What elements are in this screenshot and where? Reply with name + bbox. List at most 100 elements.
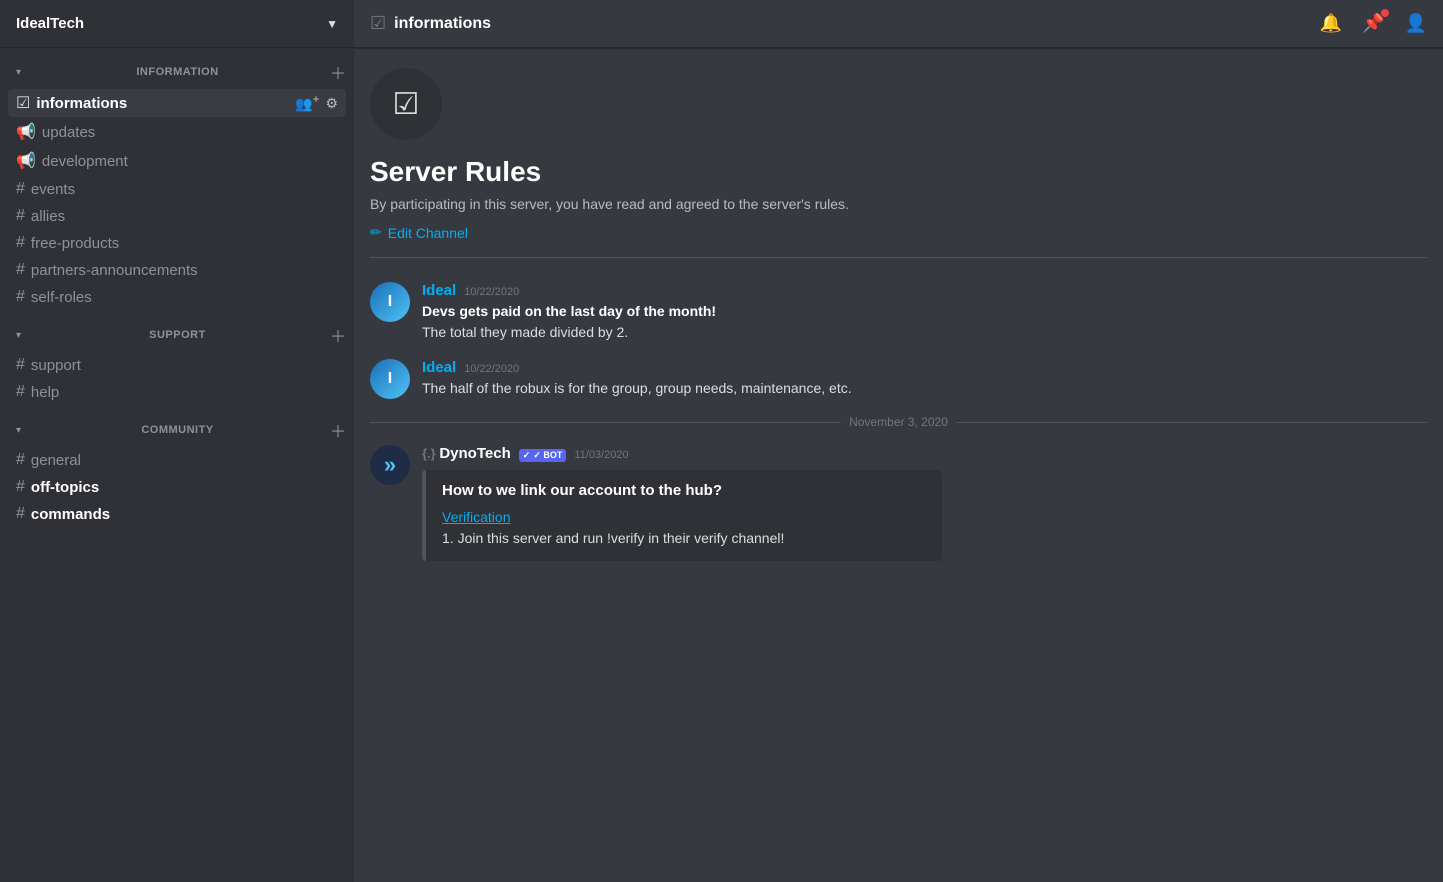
pin-icon[interactable]: 📌 <box>1362 13 1384 34</box>
channel-help[interactable]: # help <box>8 379 346 405</box>
channel-commands-label: commands <box>31 506 338 523</box>
channel-general-label: general <box>31 452 338 469</box>
chat-area: ☑ Server Rules By participating in this … <box>354 48 1443 882</box>
message-bold-1: Devs gets paid on the last day of the mo… <box>422 303 716 319</box>
message-header-1: Ideal 10/22/2020 <box>422 282 1427 299</box>
divider-line-left <box>370 422 841 423</box>
topbar: ☑ informations 🔔 📌 👤 <box>354 0 1443 48</box>
topbar-channel-name: informations <box>394 15 491 33</box>
embed-title: How to we link our account to the hub? <box>442 482 926 499</box>
channel-allies[interactable]: # allies <box>8 203 346 229</box>
hash-icon: # <box>16 180 25 198</box>
category-support-label: SUPPORT <box>149 329 206 341</box>
edit-channel-button[interactable]: ✏ Edit Channel <box>370 224 468 241</box>
category-community: ▾ COMMUNITY ＋ # general # off-topics # c… <box>0 414 354 528</box>
bot-badge: ✓ ✓ BOT <box>519 449 567 462</box>
channel-big-icon: ☑ <box>393 87 420 122</box>
embed-text: 1. Join this server and run !verify in t… <box>442 530 784 546</box>
channel-informations[interactable]: ☑ informations 👥+ ⚙ <box>8 89 346 117</box>
avatar-ideal-2: I <box>370 359 410 399</box>
hash-icon: # <box>16 505 25 523</box>
message-header-bot: {.} DynoTech ✓ ✓ BOT 11/03/2020 <box>422 445 1427 462</box>
message-text-1: Devs gets paid on the last day of the mo… <box>422 301 1427 343</box>
channel-informations-actions: 👥+ ⚙ <box>295 93 338 113</box>
category-support-header[interactable]: ▾ SUPPORT ＋ <box>0 319 354 351</box>
message-content-2: Ideal 10/22/2020 The half of the robux i… <box>422 359 1427 399</box>
add-support-channel-icon[interactable]: ＋ <box>330 323 346 347</box>
channel-info-header: ☑ Server Rules By participating in this … <box>370 68 1427 258</box>
message-group-2: I Ideal 10/22/2020 The half of the robux… <box>370 359 1427 399</box>
message-content-1: Ideal 10/22/2020 Devs gets paid on the l… <box>422 282 1427 343</box>
date-divider-text: November 3, 2020 <box>849 415 948 429</box>
message-normal-1: The total they made divided by 2. <box>422 324 628 340</box>
category-community-header[interactable]: ▾ COMMUNITY ＋ <box>0 414 354 446</box>
divider-line-right <box>956 422 1427 423</box>
channel-free-products-label: free-products <box>31 235 338 252</box>
message-normal-2: The half of the robux is for the group, … <box>422 380 852 396</box>
member-icon[interactable]: 👤 <box>1405 13 1427 34</box>
category-support: ▾ SUPPORT ＋ # support # help <box>0 319 354 406</box>
main-content: ☑ informations 🔔 📌 👤 ☑ Server Rules By p… <box>354 0 1443 882</box>
hash-icon: # <box>16 451 25 469</box>
settings-icon[interactable]: ⚙ <box>325 95 338 112</box>
channel-partners-announcements-label: partners-announcements <box>31 262 338 279</box>
channel-development[interactable]: 📢 development <box>8 147 346 175</box>
message-author-2[interactable]: Ideal <box>422 359 456 376</box>
channel-self-roles[interactable]: # self-roles <box>8 284 346 310</box>
bot-timestamp: 11/03/2020 <box>574 449 628 461</box>
message-content-bot: {.} DynoTech ✓ ✓ BOT 11/03/2020 How to w… <box>422 445 1427 561</box>
category-information-header[interactable]: ▾ INFORMATION ＋ <box>0 56 354 88</box>
category-information-label: INFORMATION <box>136 66 218 78</box>
hash-icon: # <box>16 234 25 252</box>
message-timestamp-2: 10/22/2020 <box>464 363 519 375</box>
channel-big-title: Server Rules <box>370 156 541 188</box>
channel-development-label: development <box>42 153 338 170</box>
channel-commands[interactable]: # commands <box>8 501 346 527</box>
message-author-1[interactable]: Ideal <box>422 282 456 299</box>
channel-support[interactable]: # support <box>8 352 346 378</box>
server-name: IdealTech <box>16 15 84 32</box>
edit-channel-label: Edit Channel <box>388 225 468 241</box>
channel-updates[interactable]: 📢 updates <box>8 118 346 146</box>
hash-icon: # <box>16 288 25 306</box>
add-member-icon[interactable]: 👥+ <box>295 93 319 113</box>
date-divider: November 3, 2020 <box>370 415 1427 429</box>
channel-general[interactable]: # general <box>8 447 346 473</box>
channel-events-label: events <box>31 181 338 198</box>
server-chevron-icon: ▼ <box>326 17 338 31</box>
channel-off-topics[interactable]: # off-topics <box>8 474 346 500</box>
bell-icon[interactable]: 🔔 <box>1320 13 1342 34</box>
channel-informations-label: informations <box>36 95 295 112</box>
channel-events[interactable]: # events <box>8 176 346 202</box>
channel-help-label: help <box>31 384 338 401</box>
add-community-channel-icon[interactable]: ＋ <box>330 418 346 442</box>
channel-free-products[interactable]: # free-products <box>8 230 346 256</box>
announce-dev-icon: 📢 <box>16 151 36 171</box>
server-header[interactable]: IdealTech ▼ <box>0 0 354 48</box>
message-group-1: I Ideal 10/22/2020 Devs gets paid on the… <box>370 282 1427 343</box>
channel-big-desc: By participating in this server, you hav… <box>370 196 849 212</box>
topbar-actions: 🔔 📌 👤 <box>1320 13 1427 34</box>
bot-badge-label: ✓ BOT <box>533 450 562 461</box>
channel-support-label: support <box>31 357 338 374</box>
topbar-rules-icon: ☑ <box>370 13 386 34</box>
add-channel-icon[interactable]: ＋ <box>330 60 346 84</box>
message-timestamp-1: 10/22/2020 <box>464 286 519 298</box>
message-text-2: The half of the robux is for the group, … <box>422 378 1427 399</box>
channel-allies-label: allies <box>31 208 338 225</box>
avatar-ideal-1: I <box>370 282 410 322</box>
channel-off-topics-label: off-topics <box>31 479 338 496</box>
avatar-dyno: » <box>370 445 410 485</box>
pencil-icon: ✏ <box>370 224 382 241</box>
channel-self-roles-label: self-roles <box>31 289 338 306</box>
embed-link[interactable]: Verification <box>442 509 510 525</box>
checkmark-icon: ✓ <box>523 450 531 461</box>
hash-icon: # <box>16 356 25 374</box>
hash-icon: # <box>16 207 25 225</box>
chevron-icon: ▾ <box>16 330 21 341</box>
message-author-bot[interactable]: {.} DynoTech <box>422 445 511 462</box>
channel-partners-announcements[interactable]: # partners-announcements <box>8 257 346 283</box>
sidebar: IdealTech ▼ ▾ INFORMATION ＋ ☑ informatio… <box>0 0 354 882</box>
chevron-icon: ▾ <box>16 425 21 436</box>
rules-icon: ☑ <box>16 93 30 113</box>
